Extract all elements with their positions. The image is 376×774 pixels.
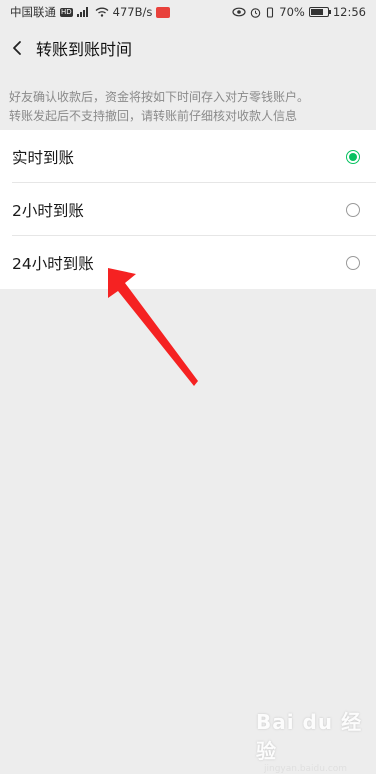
option-realtime[interactable]: 实时到账: [0, 130, 376, 183]
hd-icon: HD: [60, 7, 73, 17]
app-notification-icon: [156, 6, 171, 18]
alarm-icon: [251, 7, 261, 18]
carrier-label: 中国联通: [10, 5, 56, 19]
nav-bar: 转账到账时间: [0, 24, 376, 72]
option-label: 实时到账: [12, 148, 75, 167]
vibrate-icon: [267, 6, 274, 18]
network-speed: 477B/s: [112, 5, 153, 19]
battery-percent: 70%: [279, 5, 305, 19]
chevron-left-icon: [13, 41, 21, 55]
baidu-watermark-logo: Bai du 经验 jingyan.baidu.com: [256, 706, 366, 774]
battery-icon: [308, 7, 331, 17]
radio-unchecked-icon[interactable]: [346, 255, 360, 270]
page-title: 转账到账时间: [36, 40, 133, 59]
notice-text: 好友确认收款后，资金将按如下时间存入对方零钱账户。 转账发起后不支持撤回，请转账…: [9, 88, 369, 126]
clock: 12:56: [332, 5, 366, 19]
radio-unchecked-icon[interactable]: [346, 202, 360, 217]
arrival-time-options: 实时到账 2小时到账 24小时到账: [0, 130, 376, 289]
status-bar: 中国联通 HD 477B/s 70% 12:56: [0, 0, 376, 24]
watermark-url: jingyan.baidu.com: [264, 764, 348, 774]
watermark-brand: Bai du 经验: [256, 710, 363, 763]
back-button[interactable]: [2, 24, 32, 72]
option-24-hours[interactable]: 24小时到账: [0, 236, 376, 289]
option-label: 2小时到账: [12, 201, 84, 220]
signal-icon: [76, 7, 88, 17]
notice-line-2: 转账发起后不支持撤回，请转账前仔细核对收款人信息: [9, 109, 298, 123]
eye-icon: [232, 7, 246, 17]
option-label: 24小时到账: [12, 254, 94, 273]
wifi-icon: [95, 7, 109, 17]
radio-checked-icon[interactable]: [346, 149, 360, 164]
option-2-hours[interactable]: 2小时到账: [0, 183, 376, 236]
notice-line-1: 好友确认收款后，资金将按如下时间存入对方零钱账户。: [9, 90, 310, 104]
